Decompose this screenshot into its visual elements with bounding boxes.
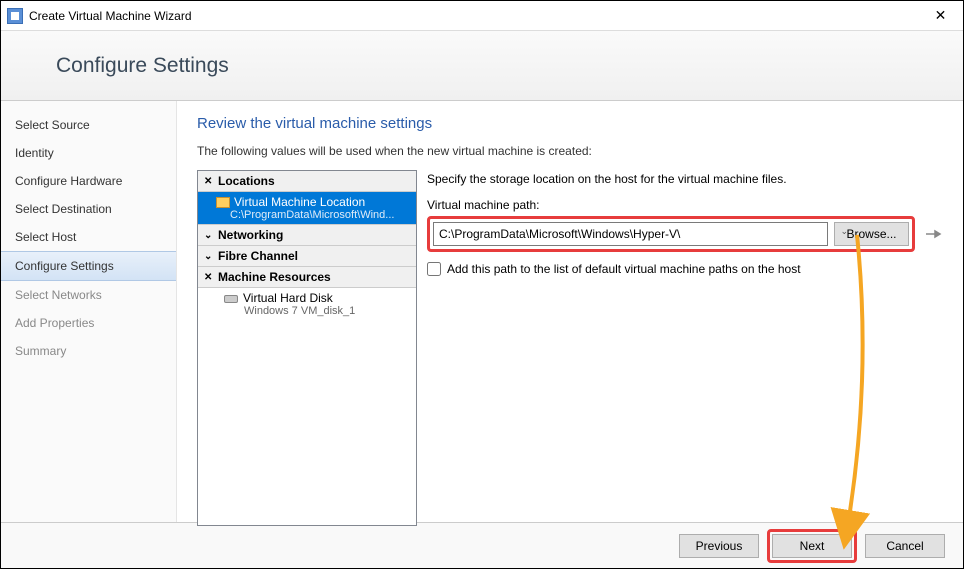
collapse-icon: ✕ bbox=[204, 176, 214, 187]
vm-path-input[interactable] bbox=[433, 222, 828, 246]
pin-icon[interactable] bbox=[925, 228, 943, 240]
wizard-steps-sidebar: Select Source Identity Configure Hardwar… bbox=[1, 101, 177, 522]
step-configure-settings[interactable]: Configure Settings bbox=[1, 251, 176, 281]
app-icon bbox=[7, 8, 23, 24]
page-title: Configure Settings bbox=[56, 54, 229, 78]
details-panel: Specify the storage location on the host… bbox=[427, 170, 943, 526]
step-identity[interactable]: Identity bbox=[1, 139, 176, 167]
title-bar: Create Virtual Machine Wizard ✕ bbox=[1, 1, 963, 31]
tree-section-networking[interactable]: ⌄ Networking bbox=[198, 224, 416, 246]
content-lead: The following values will be used when t… bbox=[197, 144, 943, 158]
step-summary: Summary bbox=[1, 337, 176, 365]
step-select-host[interactable]: Select Host bbox=[1, 223, 176, 251]
folder-icon bbox=[216, 197, 230, 208]
next-button[interactable]: Next bbox=[772, 534, 852, 558]
add-default-path-checkbox[interactable] bbox=[427, 262, 441, 276]
step-add-properties: Add Properties bbox=[1, 309, 176, 337]
add-default-path-label: Add this path to the list of default vir… bbox=[447, 262, 801, 276]
annotation-arrow bbox=[827, 230, 887, 550]
wizard-header: Configure Settings bbox=[1, 31, 963, 101]
step-select-destination[interactable]: Select Destination bbox=[1, 195, 176, 223]
path-label: Virtual machine path: bbox=[427, 198, 943, 212]
tree-section-locations[interactable]: ✕ Locations bbox=[198, 171, 416, 192]
content-heading: Review the virtual machine settings bbox=[197, 115, 943, 132]
close-button[interactable]: ✕ bbox=[918, 1, 963, 31]
disk-icon bbox=[224, 295, 238, 303]
annotation-highlight-path: Browse... bbox=[427, 216, 915, 252]
step-configure-hardware[interactable]: Configure Hardware bbox=[1, 167, 176, 195]
annotation-highlight-next: Next bbox=[767, 529, 857, 563]
collapse-icon: ✕ bbox=[204, 272, 214, 283]
details-description: Specify the storage location on the host… bbox=[427, 172, 943, 186]
browse-button[interactable]: Browse... bbox=[834, 222, 909, 246]
wizard-footer: Previous Next Cancel bbox=[1, 522, 963, 568]
window-title: Create Virtual Machine Wizard bbox=[29, 9, 918, 23]
step-select-source[interactable]: Select Source bbox=[1, 111, 176, 139]
tree-section-fibre-channel[interactable]: ⌄ Fibre Channel bbox=[198, 246, 416, 267]
settings-tree[interactable]: ✕ Locations Virtual Machine Location C:\… bbox=[197, 170, 417, 526]
expand-icon: ⌄ bbox=[204, 251, 214, 262]
cancel-button[interactable]: Cancel bbox=[865, 534, 945, 558]
content-area: Review the virtual machine settings The … bbox=[177, 101, 963, 522]
tree-section-machine-resources[interactable]: ✕ Machine Resources bbox=[198, 267, 416, 288]
tree-item-vm-location[interactable]: Virtual Machine Location C:\ProgramData\… bbox=[198, 192, 416, 224]
expand-icon: ⌄ bbox=[204, 230, 214, 241]
step-select-networks: Select Networks bbox=[1, 281, 176, 309]
previous-button[interactable]: Previous bbox=[679, 534, 759, 558]
tree-item-vhd[interactable]: Virtual Hard Disk Windows 7 VM_disk_1 bbox=[198, 288, 416, 320]
